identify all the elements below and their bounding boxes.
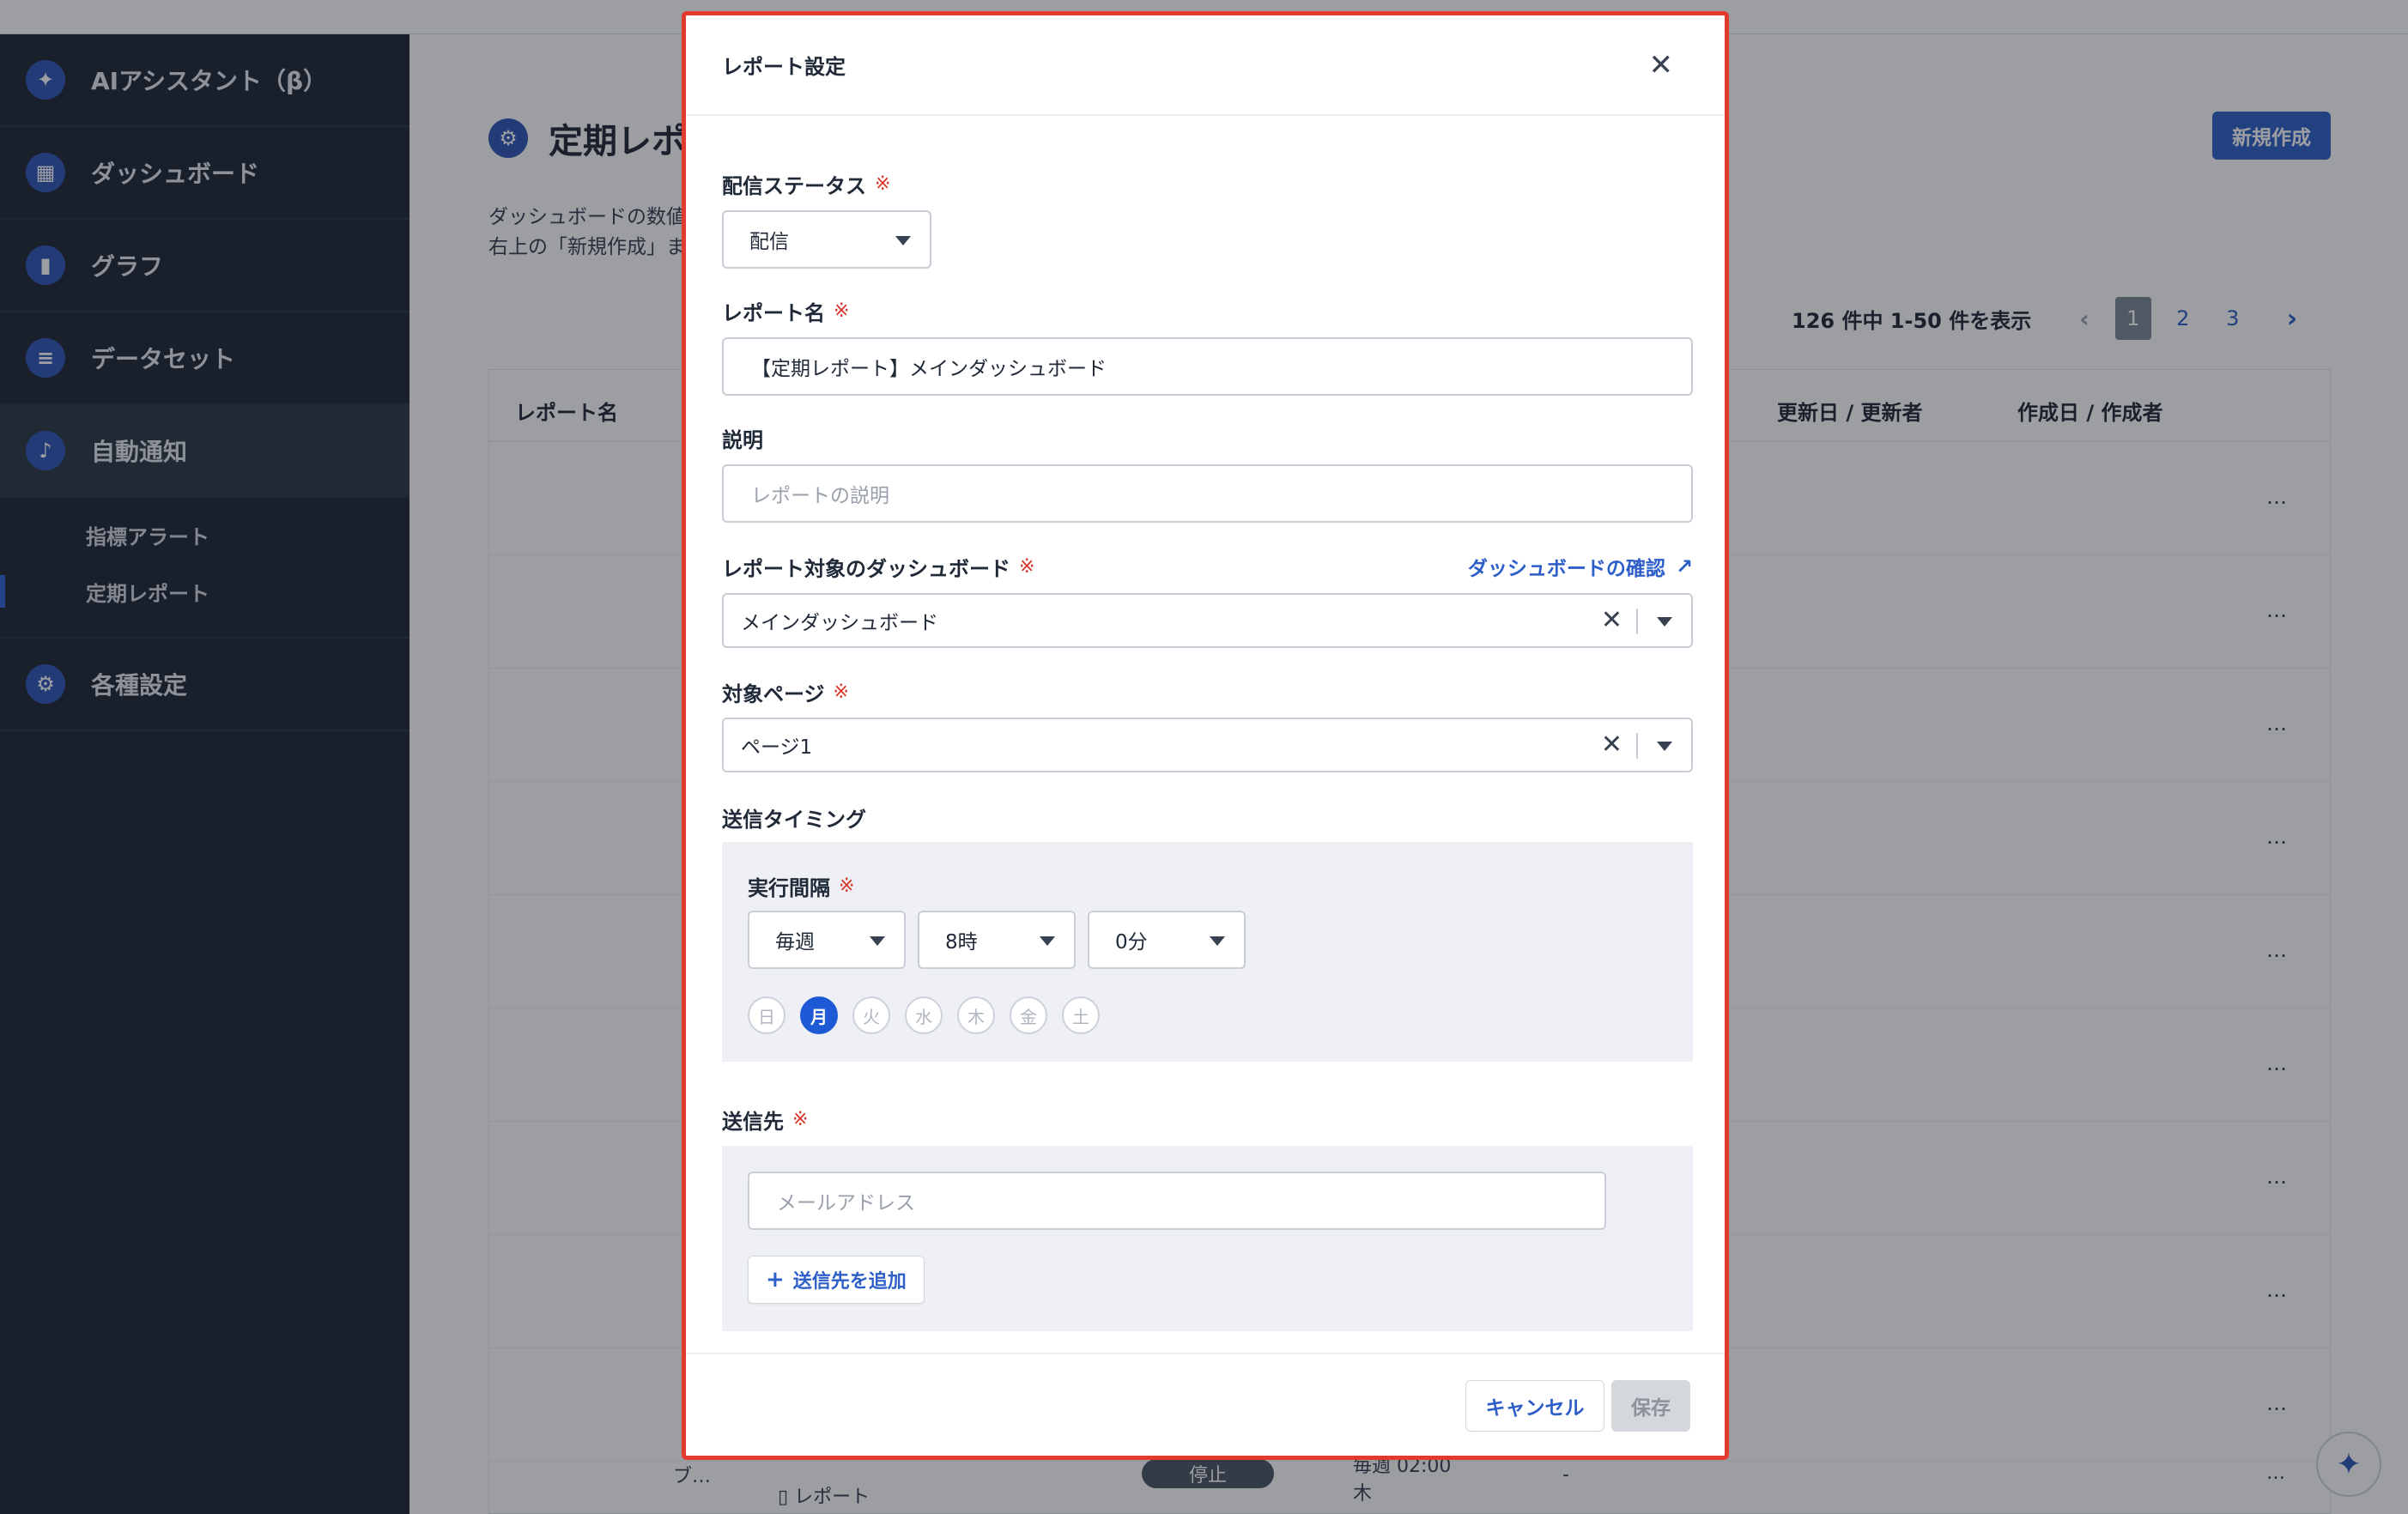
- hour-select[interactable]: 8時: [918, 911, 1076, 969]
- report-name-label: レポート名 ※: [722, 296, 849, 326]
- frequency-select-value: 毎週: [775, 931, 815, 954]
- dashboard-select-value: メインダッシュボード: [741, 612, 938, 634]
- dashboard-confirm-link-text: ダッシュボードの確認: [1467, 558, 1665, 580]
- report-name-value: 【定期レポート】メインダッシュボード: [751, 358, 1107, 380]
- description-input[interactable]: レポートの説明: [722, 464, 1693, 523]
- email-placeholder: メールアドレス: [777, 1192, 915, 1214]
- add-recipient-button[interactable]: + 送信先を追加: [748, 1256, 925, 1304]
- required-mark: ※: [875, 173, 891, 195]
- timing-panel: 実行間隔 ※ 毎週 8時 0分 日 月 火 水 木 金 土: [722, 842, 1693, 1062]
- description-label-text: 説明: [722, 428, 763, 452]
- hour-select-value: 8時: [945, 931, 978, 954]
- dashboard-select[interactable]: メインダッシュボード ✕: [722, 593, 1693, 648]
- report-name-input[interactable]: 【定期レポート】メインダッシュボード: [722, 337, 1693, 396]
- day-toggle-mon[interactable]: 月: [800, 996, 838, 1034]
- day-toggle-tue[interactable]: 火: [852, 996, 890, 1034]
- day-toggle-sun[interactable]: 日: [748, 996, 785, 1034]
- required-mark: ※: [792, 1109, 809, 1130]
- target-page-select[interactable]: ページ1 ✕: [722, 718, 1693, 772]
- day-toggle-wed[interactable]: 水: [905, 996, 943, 1034]
- clear-icon[interactable]: ✕: [1601, 730, 1623, 760]
- modal-title: レポート設定: [722, 55, 846, 79]
- caret-down-icon: [870, 936, 885, 946]
- target-page-label: 対象ページ ※: [722, 677, 849, 707]
- target-page-label-text: 対象ページ: [722, 682, 825, 706]
- description-placeholder: レポートの説明: [751, 485, 889, 507]
- day-toggle-sat[interactable]: 土: [1062, 996, 1100, 1034]
- report-name-label-text: レポート名: [722, 301, 825, 325]
- required-mark: ※: [1019, 556, 1035, 578]
- report-settings-modal: レポート設定 ✕ 配信ステータス ※ 配信 レポート名 ※ 【定期レポート】メイ…: [682, 11, 1729, 1460]
- day-toggle-thu[interactable]: 木: [957, 996, 995, 1034]
- interval-label-text: 実行間隔: [748, 876, 830, 900]
- required-mark: ※: [839, 875, 855, 897]
- minute-select-value: 0分: [1115, 931, 1148, 954]
- recipients-label-text: 送信先: [722, 1110, 784, 1134]
- frequency-select[interactable]: 毎週: [748, 911, 906, 969]
- divider: [1636, 609, 1638, 634]
- caret-down-icon: [1210, 936, 1225, 946]
- day-toggle-fri[interactable]: 金: [1010, 996, 1047, 1034]
- minute-select[interactable]: 0分: [1088, 911, 1246, 969]
- timing-label-text: 送信タイミング: [722, 808, 866, 832]
- plus-icon: +: [766, 1267, 785, 1293]
- cancel-button[interactable]: キャンセル: [1465, 1380, 1604, 1432]
- status-select[interactable]: 配信: [722, 210, 931, 269]
- caret-down-icon[interactable]: [1657, 617, 1672, 627]
- caret-down-icon: [895, 236, 911, 245]
- recipients-panel: メールアドレス + 送信先を追加: [722, 1146, 1693, 1331]
- description-label: 説明: [722, 423, 763, 453]
- add-recipient-text: 送信先を追加: [792, 1271, 907, 1293]
- email-input[interactable]: メールアドレス: [748, 1172, 1606, 1230]
- status-label-text: 配信ステータス: [722, 174, 866, 198]
- required-mark: ※: [833, 681, 849, 703]
- target-page-select-value: ページ1: [741, 736, 813, 759]
- external-link-icon: ↗: [1675, 554, 1693, 578]
- close-icon[interactable]: ✕: [1649, 48, 1674, 82]
- caret-down-icon: [1040, 936, 1055, 946]
- divider: [1636, 733, 1638, 759]
- dashboard-confirm-link[interactable]: ダッシュボードの確認 ↗: [1468, 552, 1693, 581]
- modal-header: レポート設定 ✕: [686, 15, 1725, 116]
- dashboard-label-text: レポート対象のダッシュボード: [722, 557, 1010, 581]
- timing-label: 送信タイミング: [722, 802, 866, 833]
- caret-down-icon[interactable]: [1657, 742, 1672, 751]
- dashboard-label: レポート対象のダッシュボード ※: [722, 552, 1034, 582]
- status-label: 配信ステータス ※: [722, 169, 890, 199]
- status-select-value: 配信: [749, 231, 789, 253]
- interval-label: 実行間隔 ※: [748, 871, 854, 901]
- required-mark: ※: [834, 300, 850, 322]
- save-button[interactable]: 保存: [1611, 1380, 1690, 1432]
- recipients-label: 送信先 ※: [722, 1105, 808, 1135]
- clear-icon[interactable]: ✕: [1601, 605, 1623, 635]
- modal-footer: キャンセル 保存: [686, 1353, 1725, 1456]
